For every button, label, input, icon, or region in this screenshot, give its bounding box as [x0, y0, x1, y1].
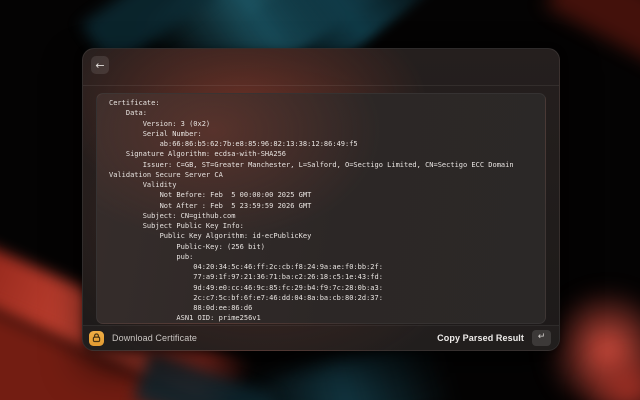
screen: ← Certificate: Data: Version: 3 (0x2) Se…	[0, 0, 640, 400]
copy-parsed-result-label: Copy Parsed Result	[437, 333, 524, 343]
lock-icon	[89, 330, 104, 346]
certificate-panel[interactable]: Certificate: Data: Version: 3 (0x2) Seri…	[96, 93, 546, 324]
download-certificate-action[interactable]: Download Certificate	[89, 330, 198, 346]
back-button[interactable]: ←	[91, 56, 109, 74]
download-certificate-label: Download Certificate	[112, 333, 198, 343]
certificate-viewer-window: ← Certificate: Data: Version: 3 (0x2) Se…	[82, 48, 560, 351]
certificate-text: Certificate: Data: Version: 3 (0x2) Seri…	[109, 99, 514, 323]
return-key-icon: ↵	[532, 330, 551, 346]
copy-parsed-result-action[interactable]: Copy Parsed Result ↵	[437, 330, 551, 346]
action-bar: Download Certificate Copy Parsed Result …	[83, 325, 559, 350]
window-header: ←	[83, 49, 559, 86]
wallpaper-red-glow	[582, 352, 640, 400]
